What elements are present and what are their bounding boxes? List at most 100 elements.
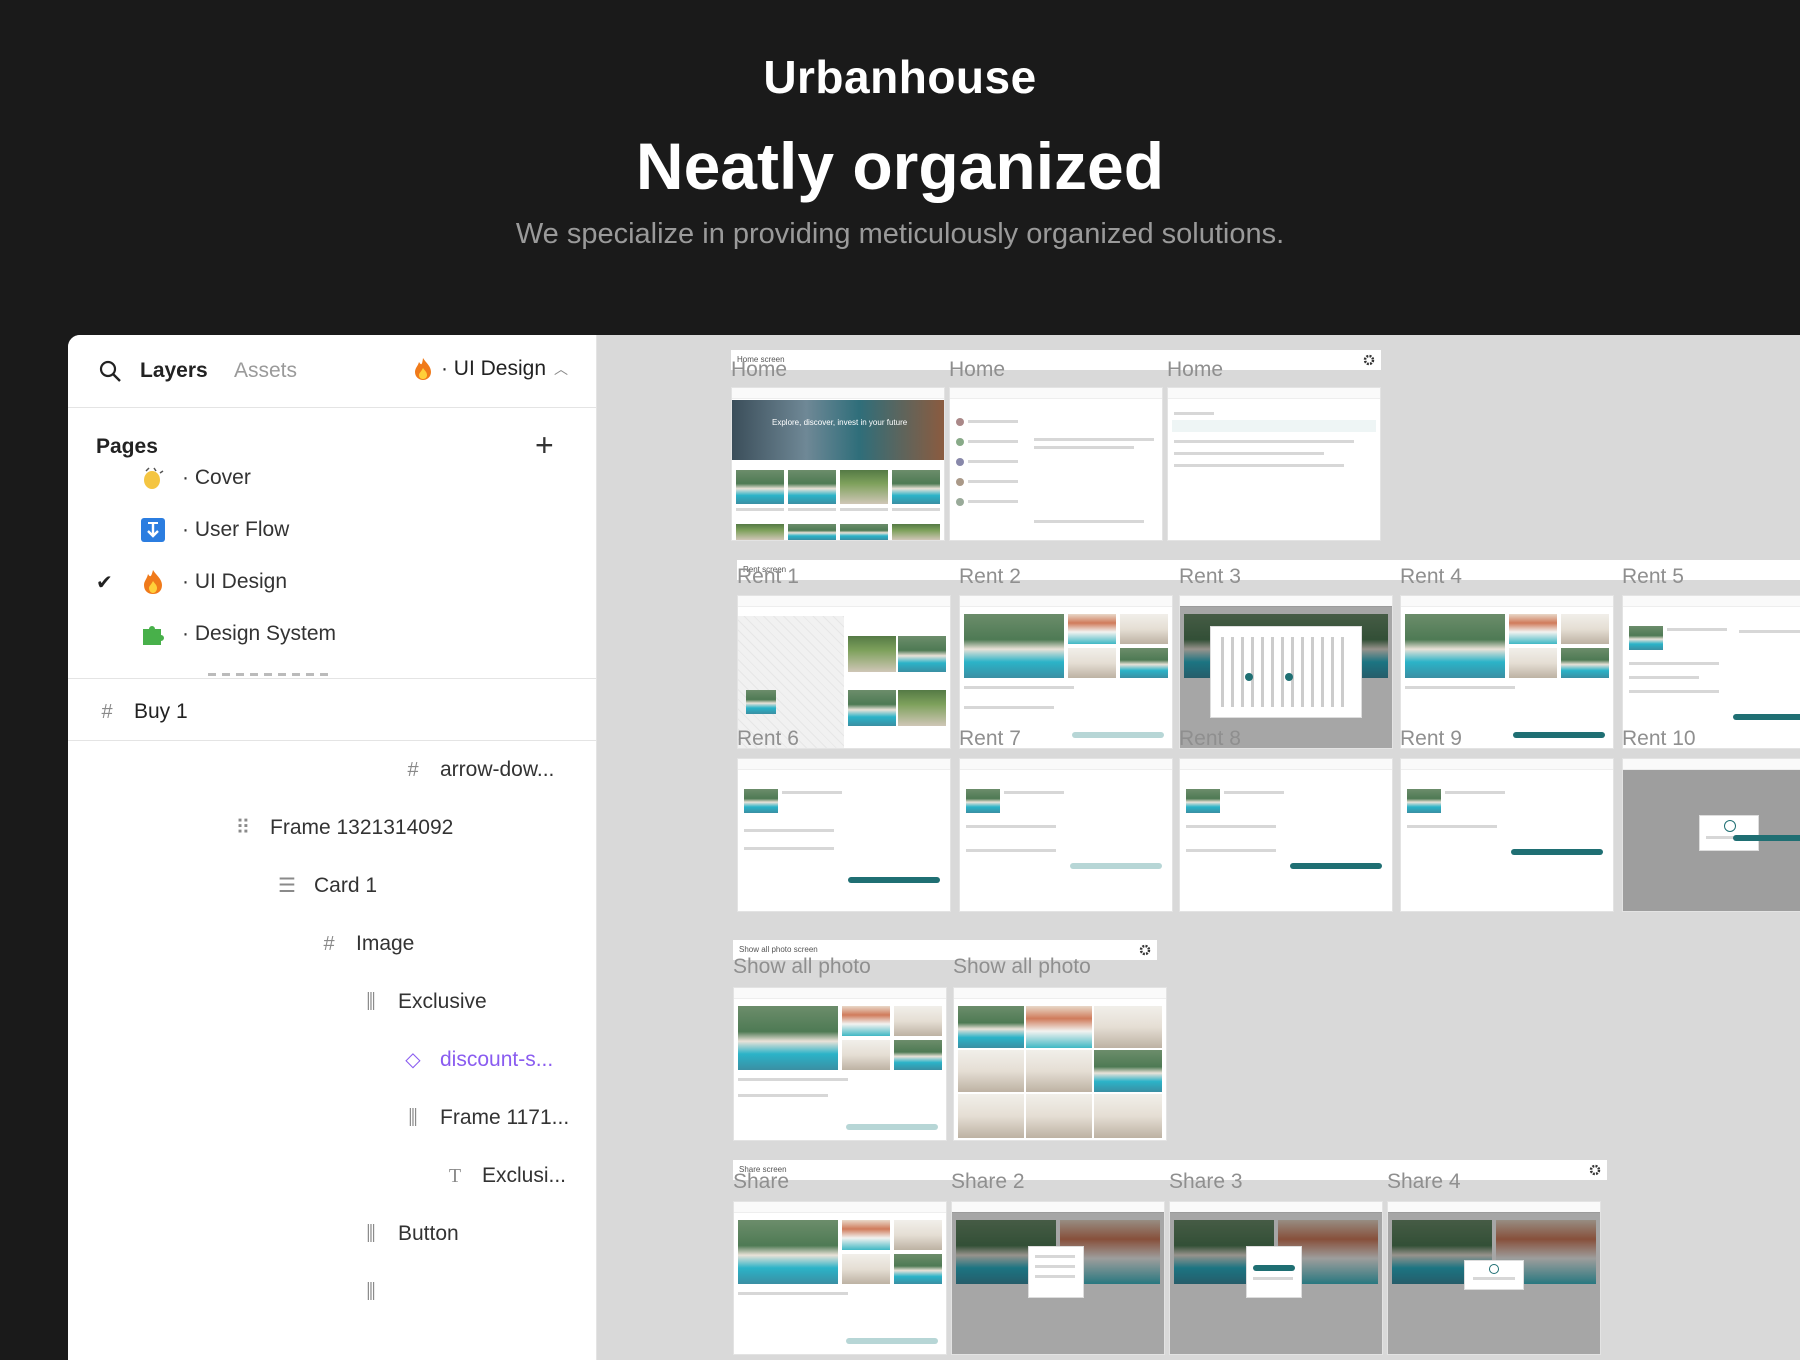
- layer-button[interactable]: ⫼ Button: [360, 1219, 459, 1249]
- tab-assets[interactable]: Assets: [234, 359, 297, 383]
- layers-panel: Layers Assets · UI Design ︿ Pages + · Co…: [68, 335, 597, 1360]
- frame-rent-10[interactable]: [1622, 758, 1800, 912]
- frame-show-all-photo-1[interactable]: [733, 987, 947, 1141]
- layer-card-1[interactable]: ☰ Card 1: [276, 871, 377, 901]
- frame-rent-9[interactable]: [1400, 758, 1614, 912]
- frame-share-4[interactable]: [1387, 1201, 1601, 1355]
- design-tool-window: Layers Assets · UI Design ︿ Pages + · Co…: [68, 335, 1800, 1360]
- layer-label: Card 1: [314, 874, 378, 897]
- vertical-stack-icon: ☰: [278, 875, 296, 897]
- layer-label: Frame 1171...: [440, 1106, 570, 1129]
- frame-label: Rent 9: [1400, 727, 1462, 750]
- fire-icon: [144, 570, 162, 594]
- frame-share-1[interactable]: [733, 1201, 947, 1355]
- fire-icon: [414, 358, 431, 380]
- horizontal-stack-icon: ⫼: [366, 1281, 376, 1303]
- frame-home-2[interactable]: [949, 387, 1163, 541]
- frame-home-3[interactable]: [1167, 387, 1381, 541]
- gear-icon: [1363, 354, 1375, 366]
- frame-label: Rent 1: [737, 565, 799, 588]
- checkmark-icon: ✔: [96, 571, 113, 594]
- frame-label: Rent 5: [1622, 565, 1684, 588]
- frame-rent-4[interactable]: [1400, 595, 1614, 749]
- frame-label: Rent 10: [1622, 727, 1696, 750]
- frame-label: Show all photo: [953, 955, 1091, 978]
- clapping-hands-icon: [144, 467, 164, 489]
- frame-label: Share: [733, 1170, 790, 1193]
- layer-buy-1[interactable]: # Buy 1: [96, 697, 188, 727]
- copied-toast: [1464, 1260, 1524, 1290]
- frame-rent-5[interactable]: [1622, 595, 1800, 749]
- divider: [68, 678, 596, 679]
- tab-layers[interactable]: Layers: [140, 359, 208, 383]
- frame-rent-2[interactable]: [959, 595, 1173, 749]
- group-title: Home screen: [731, 350, 1381, 370]
- page-switcher[interactable]: · UI Design ︿: [413, 357, 568, 381]
- frame-rent-7[interactable]: [959, 758, 1173, 912]
- page-label: · User Flow: [182, 518, 290, 541]
- frame-label: Home: [949, 358, 1006, 381]
- add-page-icon[interactable]: +: [535, 427, 554, 464]
- page-item-ui-design[interactable]: ✔ · UI Design: [96, 567, 287, 597]
- share-modal: [1246, 1246, 1302, 1298]
- gear-icon: [1139, 944, 1151, 956]
- page-item-cover[interactable]: · Cover: [140, 463, 251, 493]
- divider: [68, 740, 596, 741]
- frame-label: Show all photo: [733, 955, 871, 978]
- puzzle-icon: [143, 626, 164, 645]
- frame-label: Rent 2: [959, 565, 1021, 588]
- frame-label: Home: [731, 358, 788, 381]
- frame-rent-6[interactable]: [737, 758, 951, 912]
- frame-home-1[interactable]: Explore, discover, invest in your future: [731, 387, 945, 541]
- layer-label: Image: [356, 932, 415, 955]
- layer-frame-1171[interactable]: ⫼ Frame 1171...: [402, 1103, 569, 1133]
- brand-title: Urbanhouse: [763, 51, 1037, 103]
- frame-label: Share 4: [1387, 1170, 1461, 1193]
- frame-label: Rent 6: [737, 727, 799, 750]
- subheadline: We specialize in providing meticulously …: [515, 218, 1285, 250]
- frame-label: Rent 4: [1400, 565, 1462, 588]
- layer-label: Button: [398, 1222, 459, 1245]
- layer-label: Frame 1321314092: [270, 816, 454, 839]
- search-icon[interactable]: [98, 359, 122, 383]
- frame-show-all-photo-2[interactable]: [953, 987, 1167, 1141]
- share-modal: [1028, 1246, 1084, 1298]
- pages-title: Pages: [96, 435, 158, 458]
- page-item-design-system[interactable]: · Design System: [140, 619, 336, 649]
- layer-discount[interactable]: ◇ discount-s...: [402, 1045, 553, 1075]
- grid-layout-icon: ⠿: [235, 817, 251, 839]
- layer-label: discount-s...: [440, 1048, 554, 1071]
- home-group-header[interactable]: Home screen: [731, 350, 1381, 370]
- layer-arrow-down[interactable]: # arrow-dow...: [402, 755, 554, 785]
- frame-label: Share 2: [951, 1170, 1025, 1193]
- frame-share-3[interactable]: [1169, 1201, 1383, 1355]
- page-item-user-flow[interactable]: · User Flow: [140, 515, 289, 545]
- page-label: · Cover: [182, 466, 251, 489]
- frame-icon: #: [101, 701, 113, 723]
- calendar-modal: [1210, 626, 1362, 718]
- chevron-up-icon: ︿: [554, 361, 568, 377]
- layer-label: Buy 1: [134, 700, 188, 723]
- layer-label: arrow-dow...: [440, 758, 555, 781]
- design-canvas[interactable]: Home screen Home Home Home Explore, disc…: [597, 335, 1800, 1360]
- frame-rent-8[interactable]: [1179, 758, 1393, 912]
- frame-share-2[interactable]: [951, 1201, 1165, 1355]
- frame-label: Rent 8: [1179, 727, 1241, 750]
- page-item-clipped: [208, 669, 358, 677]
- layer-exclusive[interactable]: ⫼ Exclusive: [360, 987, 487, 1017]
- frame-icon: #: [407, 759, 419, 781]
- page-label: · Design System: [182, 622, 337, 645]
- horizontal-stack-icon: ⫼: [408, 1107, 418, 1129]
- layer-clipped: ⫼: [360, 1277, 398, 1307]
- layer-label: Exclusive: [398, 990, 487, 1013]
- frame-rent-1[interactable]: [737, 595, 951, 749]
- text-icon: T: [448, 1165, 462, 1187]
- frame-label: Rent 3: [1179, 565, 1241, 588]
- layer-exclusive-text[interactable]: T Exclusi...: [444, 1161, 566, 1191]
- frame-label: Home: [1167, 358, 1224, 381]
- layer-frame-1321314092[interactable]: ⠿ Frame 1321314092: [232, 813, 454, 843]
- frame-rent-3[interactable]: [1179, 595, 1393, 749]
- layer-image[interactable]: # Image: [318, 929, 414, 959]
- horizontal-stack-icon: ⫼: [366, 1223, 376, 1245]
- current-page-label: · UI Design: [440, 357, 546, 380]
